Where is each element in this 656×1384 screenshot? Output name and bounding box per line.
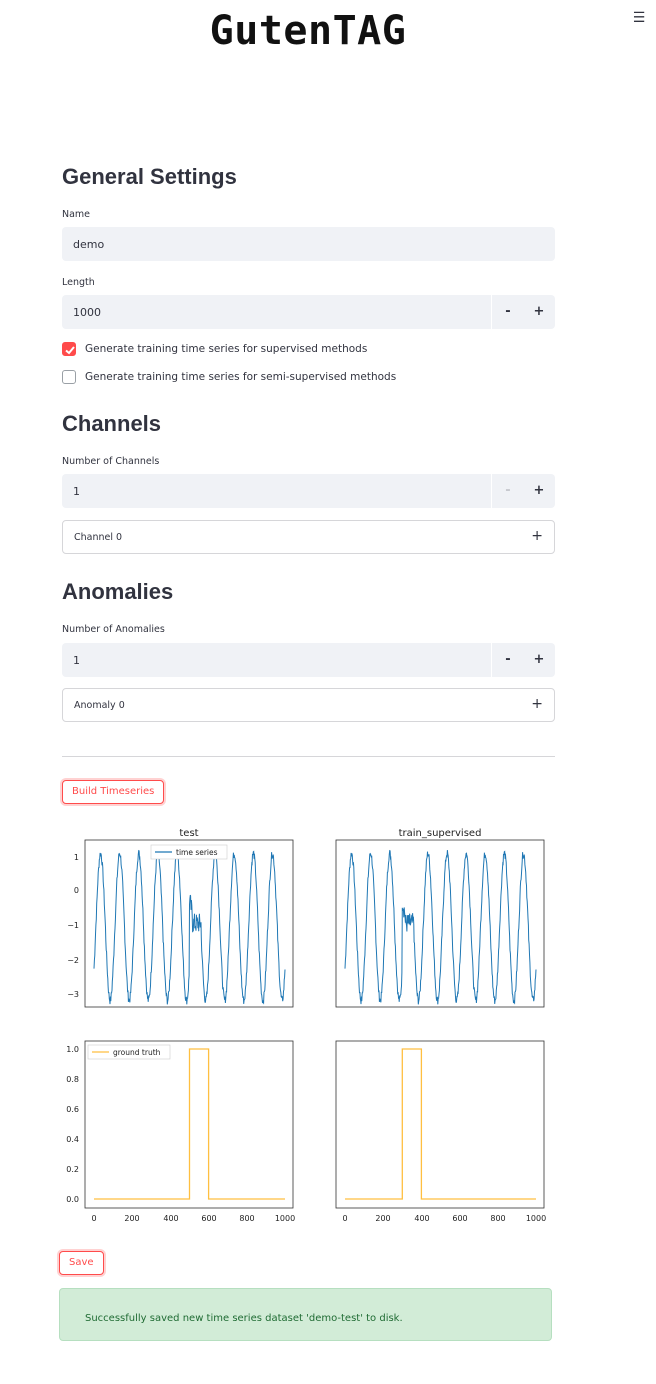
time-series-legend: time series: [150, 844, 228, 860]
train-time-series-line: [344, 849, 537, 1005]
legend-label: ground truth: [113, 1048, 161, 1057]
x-tick-label: 800: [490, 1214, 505, 1223]
x-tick-label: 400: [414, 1214, 429, 1223]
x-tick-label: 0: [342, 1214, 347, 1223]
x-tick-label: 600: [452, 1214, 467, 1223]
y-tick-label: 0: [74, 886, 79, 895]
y-tick-label: 0.0: [66, 1195, 79, 1204]
y-tick-label: 0.2: [66, 1165, 79, 1174]
y-tick-label: −3: [67, 990, 79, 999]
save-button[interactable]: Save: [59, 1251, 104, 1275]
y-tick-label: −2: [67, 956, 79, 965]
x-tick-label: 600: [201, 1214, 216, 1223]
y-tick-label: 0.6: [66, 1105, 79, 1114]
train-plot-title: train_supervised: [399, 828, 482, 839]
y-tick-label: 1: [74, 853, 79, 862]
x-tick-label: 200: [124, 1214, 139, 1223]
train-ground-truth-line: [345, 1048, 536, 1200]
x-tick-label: 400: [163, 1214, 178, 1223]
ground-truth-legend: ground truth: [87, 1044, 171, 1060]
train-gt-plot-frame: [335, 1040, 545, 1209]
x-tick-label: 1000: [526, 1214, 546, 1223]
x-tick-label: 1000: [275, 1214, 295, 1223]
y-tick-label: 0.4: [66, 1135, 79, 1144]
test-time-series-line: [93, 849, 286, 1005]
y-tick-label: 1.0: [66, 1045, 79, 1054]
test-ground-truth-line: [94, 1048, 285, 1200]
success-message: Successfully saved new time series datas…: [85, 1313, 403, 1324]
success-alert: Successfully saved new time series datas…: [59, 1288, 552, 1341]
x-tick-label: 0: [91, 1214, 96, 1223]
x-tick-label: 800: [239, 1214, 254, 1223]
test-plot-title: test: [179, 828, 198, 839]
x-tick-label: 200: [375, 1214, 390, 1223]
y-tick-label: −1: [67, 921, 79, 930]
timeseries-plots: test train_supervised 1 0 −1 −2 −3 1.0 0…: [66, 828, 546, 1223]
y-tick-label: 0.8: [66, 1075, 79, 1084]
legend-label: time series: [176, 848, 218, 857]
